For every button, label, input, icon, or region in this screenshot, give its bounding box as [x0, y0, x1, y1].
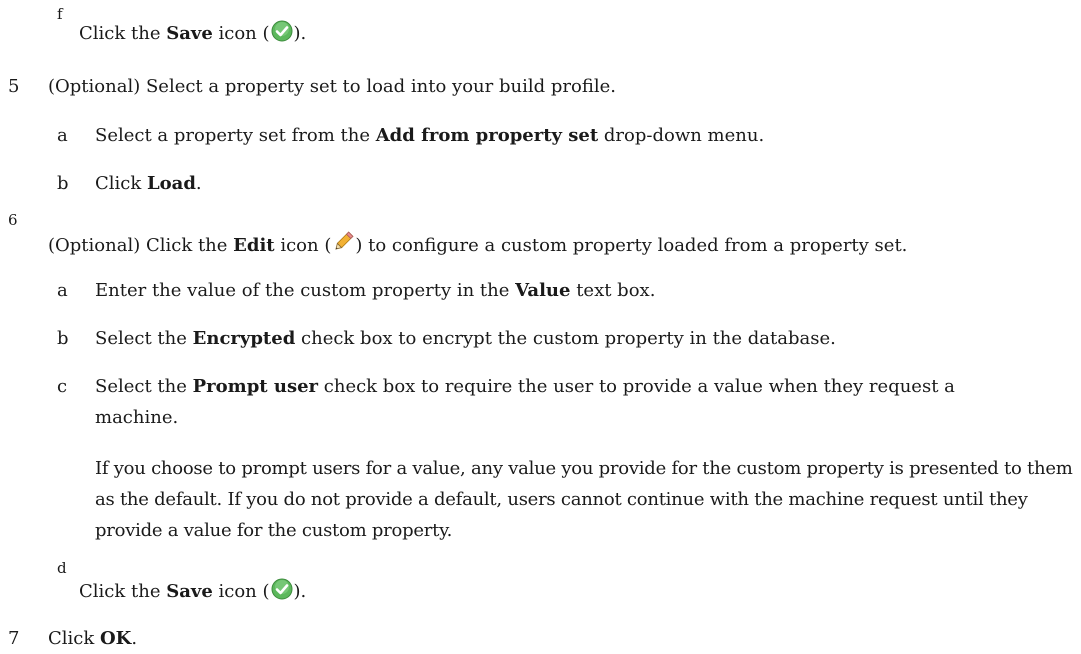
step-5b-text: Click Load. — [95, 172, 202, 196]
step-5a-bold: Add from property set — [375, 125, 599, 146]
step-number-7: 7 — [8, 628, 20, 649]
step-marker-6a: a — [57, 280, 68, 301]
step-6c-text: Select the Prompt user check box to requ… — [95, 375, 955, 399]
step-6d-bold: Save — [166, 581, 213, 602]
step-5b-suffix: . — [195, 173, 202, 194]
step-5a-suffix: drop-down menu. — [598, 125, 765, 146]
step-6-prefix: (Optional) Click the — [48, 235, 234, 256]
step-6b-text: Select the Encrypted check box to encryp… — [95, 327, 836, 351]
step-6a-bold: Value — [515, 280, 571, 301]
step-6c-suffix: check box to require the user to provide… — [318, 376, 955, 397]
step-f-save-text: Click the Save icon (). — [79, 20, 306, 46]
step-marker-5a: a — [57, 125, 68, 146]
step-6a-prefix: Enter the value of the custom property i… — [95, 280, 516, 301]
edit-pencil-icon — [332, 230, 354, 254]
step-6b-bold: Encrypted — [192, 328, 296, 349]
step-marker-f: f — [57, 5, 63, 23]
step-6-suffix: ) to configure a custom property loaded … — [355, 235, 908, 256]
step-7-bold: OK — [100, 628, 132, 649]
step-6c-note: If you choose to prompt users for a valu… — [95, 458, 1073, 541]
step-5b-bold: Load — [147, 173, 196, 194]
step-6d-mid: icon ( — [212, 581, 270, 602]
step-marker-6b: b — [57, 328, 69, 349]
step-5-text: (Optional) Select a property set to load… — [48, 76, 616, 97]
step-6-text: (Optional) Click the Edit icon ( ) to con… — [48, 230, 907, 258]
step-6a-text: Enter the value of the custom property i… — [95, 279, 655, 303]
save-check-icon — [271, 578, 293, 600]
step-5a-prefix: Select a property set from the — [95, 125, 376, 146]
step-f-prefix: Click the — [79, 23, 167, 44]
step-6-bold: Edit — [233, 235, 275, 256]
step-7-text: Click OK. — [48, 627, 137, 651]
step-marker-5b: b — [57, 173, 69, 194]
step-f-mid: icon ( — [212, 23, 270, 44]
step-6d-save-text: Click the Save icon (). — [79, 578, 306, 604]
step-f-suffix: ). — [293, 23, 307, 44]
step-6c-continuation: machine. — [95, 407, 179, 428]
step-marker-6c: c — [57, 376, 68, 397]
step-marker-6d: d — [57, 559, 67, 577]
step-6b-suffix: check box to encrypt the custom property… — [295, 328, 836, 349]
step-6-mid: icon ( — [274, 235, 332, 256]
step-number-6: 6 — [8, 211, 18, 229]
step-6a-suffix: text box. — [570, 280, 656, 301]
step-7-suffix: . — [131, 628, 138, 649]
save-check-icon — [271, 20, 293, 42]
step-6c-bold: Prompt user — [192, 376, 319, 397]
step-number-5: 5 — [8, 76, 20, 97]
step-6d-prefix: Click the — [79, 581, 167, 602]
step-f-bold: Save — [166, 23, 213, 44]
step-5a-text: Select a property set from the Add from … — [95, 124, 764, 148]
step-6d-suffix: ). — [293, 581, 307, 602]
step-6c-prefix: Select the — [95, 376, 193, 397]
step-7-prefix: Click — [48, 628, 100, 649]
step-5b-prefix: Click — [95, 173, 147, 194]
step-6b-prefix: Select the — [95, 328, 193, 349]
